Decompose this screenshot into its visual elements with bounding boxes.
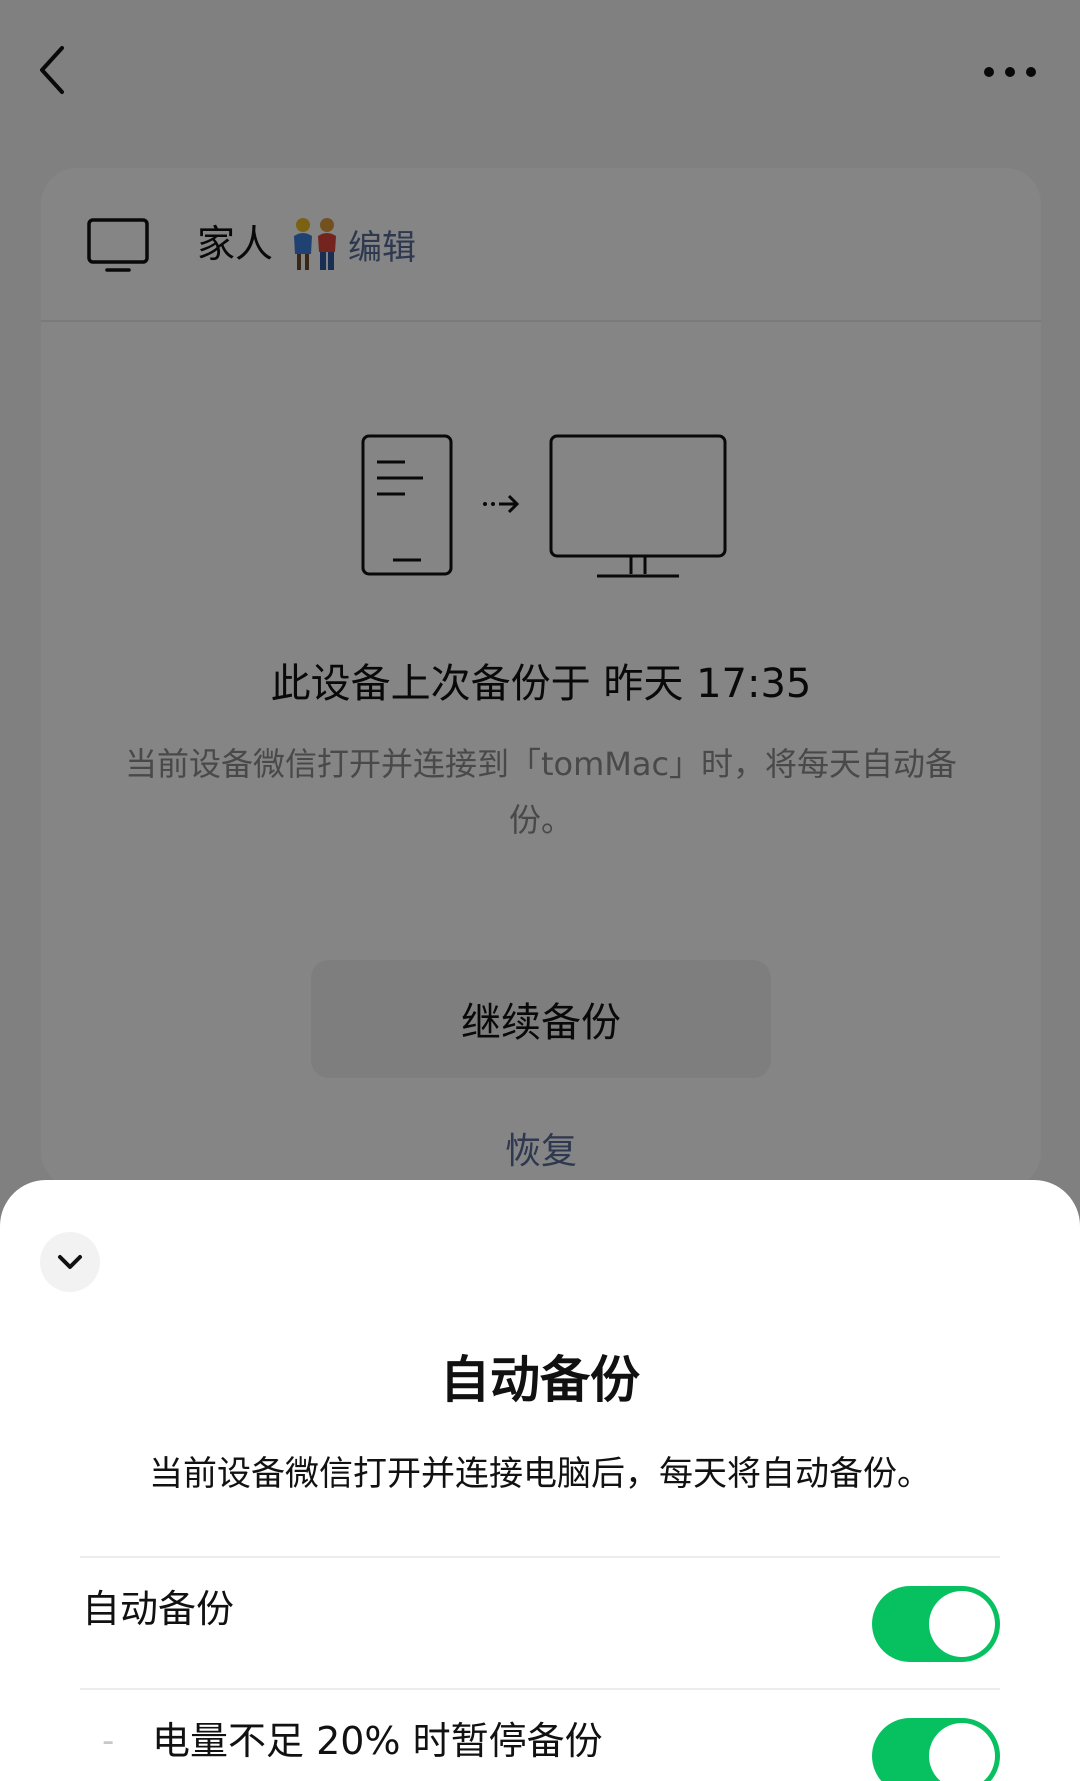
divider [80, 1688, 1000, 1690]
auto-backup-label: 自动备份 [82, 1587, 235, 1631]
collapse-sheet-button[interactable] [40, 1232, 100, 1292]
toggle-knob [929, 1723, 995, 1781]
sheet-title: 自动备份 [440, 1351, 640, 1409]
auto-backup-toggle[interactable] [872, 1586, 1000, 1662]
toggle-knob [929, 1591, 995, 1657]
auto-backup-sheet: 自动备份 当前设备微信打开并连接电脑后，每天将自动备份。 自动备份 - 电量不足… [0, 1180, 1080, 1781]
low-battery-pause-label: 电量不足 20% 时暂停备份 [152, 1719, 603, 1763]
sub-setting-marker: - [102, 1721, 115, 1761]
low-battery-pause-toggle[interactable] [872, 1718, 1000, 1781]
chevron-down-icon [58, 1255, 82, 1269]
divider [80, 1556, 1000, 1558]
sheet-description: 当前设备微信打开并连接电脑后，每天将自动备份。 [149, 1454, 931, 1494]
